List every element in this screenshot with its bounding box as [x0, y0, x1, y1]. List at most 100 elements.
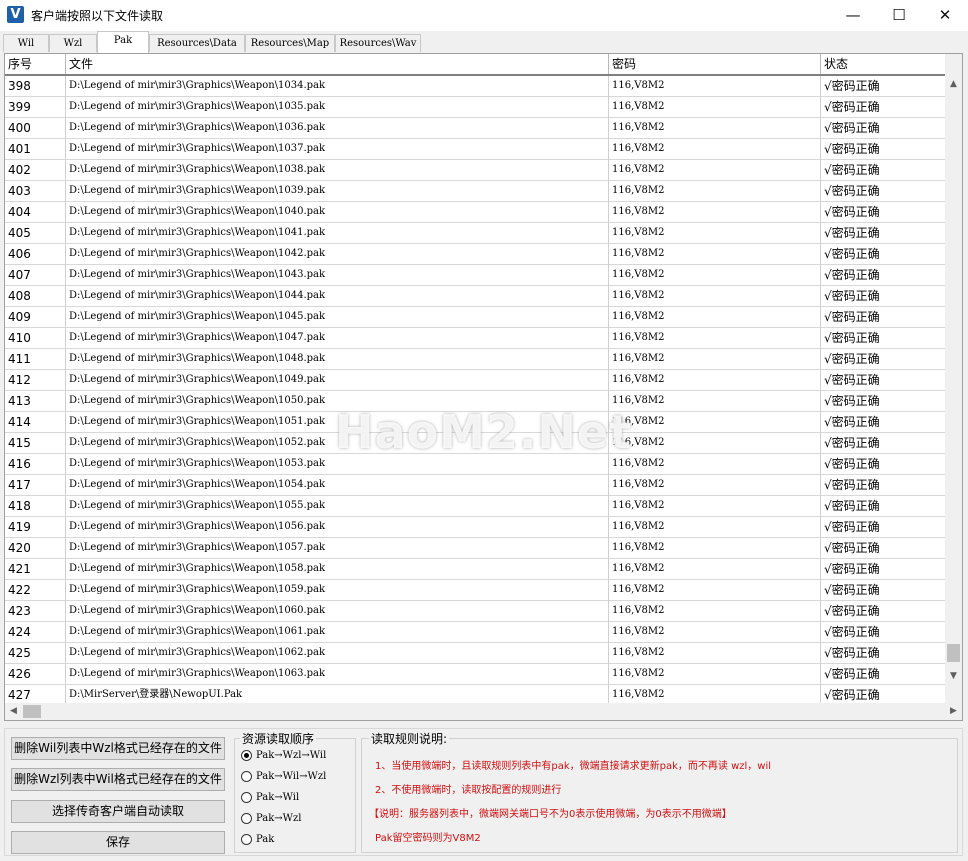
cell-password: 116,V8M2 — [609, 517, 821, 538]
save-button[interactable]: 保存 — [11, 831, 225, 854]
table-row[interactable]: 412 D:\Legend of mir\mir3\Graphics\Weapon… — [5, 370, 945, 391]
table-row[interactable]: 403 D:\Legend of mir\mir3\Graphics\Weapon… — [5, 181, 945, 202]
table-row[interactable]: 423 D:\Legend of mir\mir3\Graphics\Weapon… — [5, 601, 945, 622]
table-row[interactable]: 398 D:\Legend of mir\mir3\Graphics\Weapon… — [5, 76, 945, 97]
table-row[interactable]: 424 D:\Legend of mir\mir3\Graphics\Weapon… — [5, 622, 945, 643]
cell-file: D:\Legend of mir\mir3\Graphics\Weapon\10… — [66, 475, 609, 496]
header-index[interactable]: 序号 — [5, 54, 66, 74]
cell-status: √密码正确 — [824, 415, 880, 429]
table-row[interactable]: 421 D:\Legend of mir\mir3\Graphics\Weapon… — [5, 559, 945, 580]
table-row[interactable]: 399 D:\Legend of mir\mir3\Graphics\Weapon… — [5, 97, 945, 118]
scroll-down-icon[interactable]: ▼ — [945, 668, 962, 685]
cell-index: 408 — [5, 286, 66, 307]
cell-status: √密码正确 — [824, 583, 880, 597]
rule-line-4: Pak留空密码则为V8M2 — [375, 833, 481, 844]
radio-icon[interactable] — [241, 834, 252, 845]
delete-wzl-in-wil-button[interactable]: 删除Wzl列表中Wil格式已经存在的文件 — [11, 768, 225, 791]
cell-file: D:\Legend of mir\mir3\Graphics\Weapon\10… — [66, 139, 609, 160]
tab-strip: Wil Wzl Pak Resources\Data Resources\Map… — [3, 31, 965, 53]
cell-status: √密码正确 — [824, 268, 880, 282]
cell-status: √密码正确 — [824, 604, 880, 618]
cell-password: 116,V8M2 — [609, 538, 821, 559]
cell-password: 116,V8M2 — [609, 76, 821, 97]
radio-order-label: Pak→Wil→Wzl — [256, 771, 327, 782]
cell-status: √密码正确 — [824, 121, 880, 135]
maximize-button[interactable]: ☐ — [876, 0, 922, 31]
minimize-button[interactable]: — — [830, 0, 876, 31]
radio-selected-icon[interactable] — [241, 750, 252, 761]
tab-wil[interactable]: Wil — [3, 34, 49, 52]
cell-status: √密码正确 — [824, 184, 880, 198]
tab-resources-data[interactable]: Resources\Data — [149, 34, 245, 52]
header-status[interactable]: 状态 — [821, 54, 945, 74]
cell-index: 421 — [5, 559, 66, 580]
cell-index: 415 — [5, 433, 66, 454]
cell-status: √密码正确 — [824, 142, 880, 156]
table-row[interactable]: 409 D:\Legend of mir\mir3\Graphics\Weapon… — [5, 307, 945, 328]
table-row[interactable]: 401 D:\Legend of mir\mir3\Graphics\Weapon… — [5, 139, 945, 160]
table-row[interactable]: 411 D:\Legend of mir\mir3\Graphics\Weapon… — [5, 349, 945, 370]
cell-password: 116,V8M2 — [609, 664, 821, 685]
read-rules-group: 读取规则说明: 1、当使用微端时，且读取规则列表中有pak，微端直接请求更新pa… — [361, 729, 958, 853]
cell-password: 116,V8M2 — [609, 391, 821, 412]
scroll-up-icon[interactable]: ▲ — [945, 76, 962, 93]
table-row[interactable]: 410 D:\Legend of mir\mir3\Graphics\Weapon… — [5, 328, 945, 349]
cell-file: D:\Legend of mir\mir3\Graphics\Weapon\10… — [66, 643, 609, 664]
window-title: 客户端按照以下文件读取 — [31, 9, 164, 23]
vertical-scroll-thumb[interactable] — [947, 644, 960, 662]
radio-icon[interactable] — [241, 813, 252, 824]
cell-password: 116,V8M2 — [609, 265, 821, 286]
table-row[interactable]: 404 D:\Legend of mir\mir3\Graphics\Weapon… — [5, 202, 945, 223]
radio-icon[interactable] — [241, 792, 252, 803]
tab-pak[interactable]: Pak — [97, 31, 149, 53]
tab-wzl[interactable]: Wzl — [49, 34, 97, 52]
scroll-right-icon[interactable]: ▶ — [945, 703, 962, 720]
table-row[interactable]: 425 D:\Legend of mir\mir3\Graphics\Weapon… — [5, 643, 945, 664]
tab-resources-map[interactable]: Resources\Map — [245, 34, 335, 52]
cell-password: 116,V8M2 — [609, 601, 821, 622]
cell-file: D:\Legend of mir\mir3\Graphics\Weapon\10… — [66, 76, 609, 97]
file-grid: 序号 文件 密码 状态 398 D:\Legend of mir\mir3\Gra… — [4, 53, 963, 721]
cell-file: D:\Legend of mir\mir3\Graphics\Weapon\10… — [66, 370, 609, 391]
header-password[interactable]: 密码 — [609, 54, 821, 74]
table-row[interactable]: 406 D:\Legend of mir\mir3\Graphics\Weapon… — [5, 244, 945, 265]
horizontal-scroll-thumb[interactable] — [23, 705, 41, 718]
table-row[interactable]: 408 D:\Legend of mir\mir3\Graphics\Weapon… — [5, 286, 945, 307]
vertical-scrollbar[interactable]: ▲ ▼ — [945, 54, 962, 704]
table-row[interactable]: 400 D:\Legend of mir\mir3\Graphics\Weapon… — [5, 118, 945, 139]
cell-password: 116,V8M2 — [609, 118, 821, 139]
cell-index: 416 — [5, 454, 66, 475]
cell-status: √密码正确 — [824, 331, 880, 345]
table-row[interactable]: 422 D:\Legend of mir\mir3\Graphics\Weapon… — [5, 580, 945, 601]
watermark: HaoM2.Net — [335, 405, 633, 459]
table-row[interactable]: 417 D:\Legend of mir\mir3\Graphics\Weapon… — [5, 475, 945, 496]
header-file[interactable]: 文件 — [66, 54, 609, 74]
cell-index: 413 — [5, 391, 66, 412]
table-row[interactable]: 402 D:\Legend of mir\mir3\Graphics\Weapon… — [5, 160, 945, 181]
scroll-left-icon[interactable]: ◀ — [5, 703, 22, 720]
cell-password: 116,V8M2 — [609, 370, 821, 391]
cell-index: 399 — [5, 97, 66, 118]
table-row[interactable]: 407 D:\Legend of mir\mir3\Graphics\Weapon… — [5, 265, 945, 286]
table-row[interactable]: 418 D:\Legend of mir\mir3\Graphics\Weapon… — [5, 496, 945, 517]
tab-resources-wav[interactable]: Resources\Wav — [335, 34, 421, 52]
radio-icon[interactable] — [241, 771, 252, 782]
horizontal-scrollbar[interactable]: ◀ ▶ — [5, 703, 962, 720]
cell-index: 404 — [5, 202, 66, 223]
cell-index: 423 — [5, 601, 66, 622]
auto-read-client-button[interactable]: 选择传奇客户端自动读取 — [11, 800, 225, 823]
table-row[interactable]: 419 D:\Legend of mir\mir3\Graphics\Weapon… — [5, 517, 945, 538]
cell-index: 405 — [5, 223, 66, 244]
close-button[interactable]: ✕ — [922, 0, 968, 31]
cell-password: 116,V8M2 — [609, 559, 821, 580]
cell-status: √密码正确 — [824, 541, 880, 555]
table-row[interactable]: 405 D:\Legend of mir\mir3\Graphics\Weapon… — [5, 223, 945, 244]
cell-file: D:\Legend of mir\mir3\Graphics\Weapon\10… — [66, 97, 609, 118]
delete-wil-in-wzl-button[interactable]: 删除Wil列表中Wzl格式已经存在的文件 — [11, 737, 225, 760]
cell-index: 398 — [5, 76, 66, 97]
cell-password: 116,V8M2 — [609, 475, 821, 496]
table-row[interactable]: 426 D:\Legend of mir\mir3\Graphics\Weapon… — [5, 664, 945, 685]
cell-status: √密码正确 — [824, 667, 880, 681]
cell-status: √密码正确 — [824, 562, 880, 576]
table-row[interactable]: 420 D:\Legend of mir\mir3\Graphics\Weapon… — [5, 538, 945, 559]
